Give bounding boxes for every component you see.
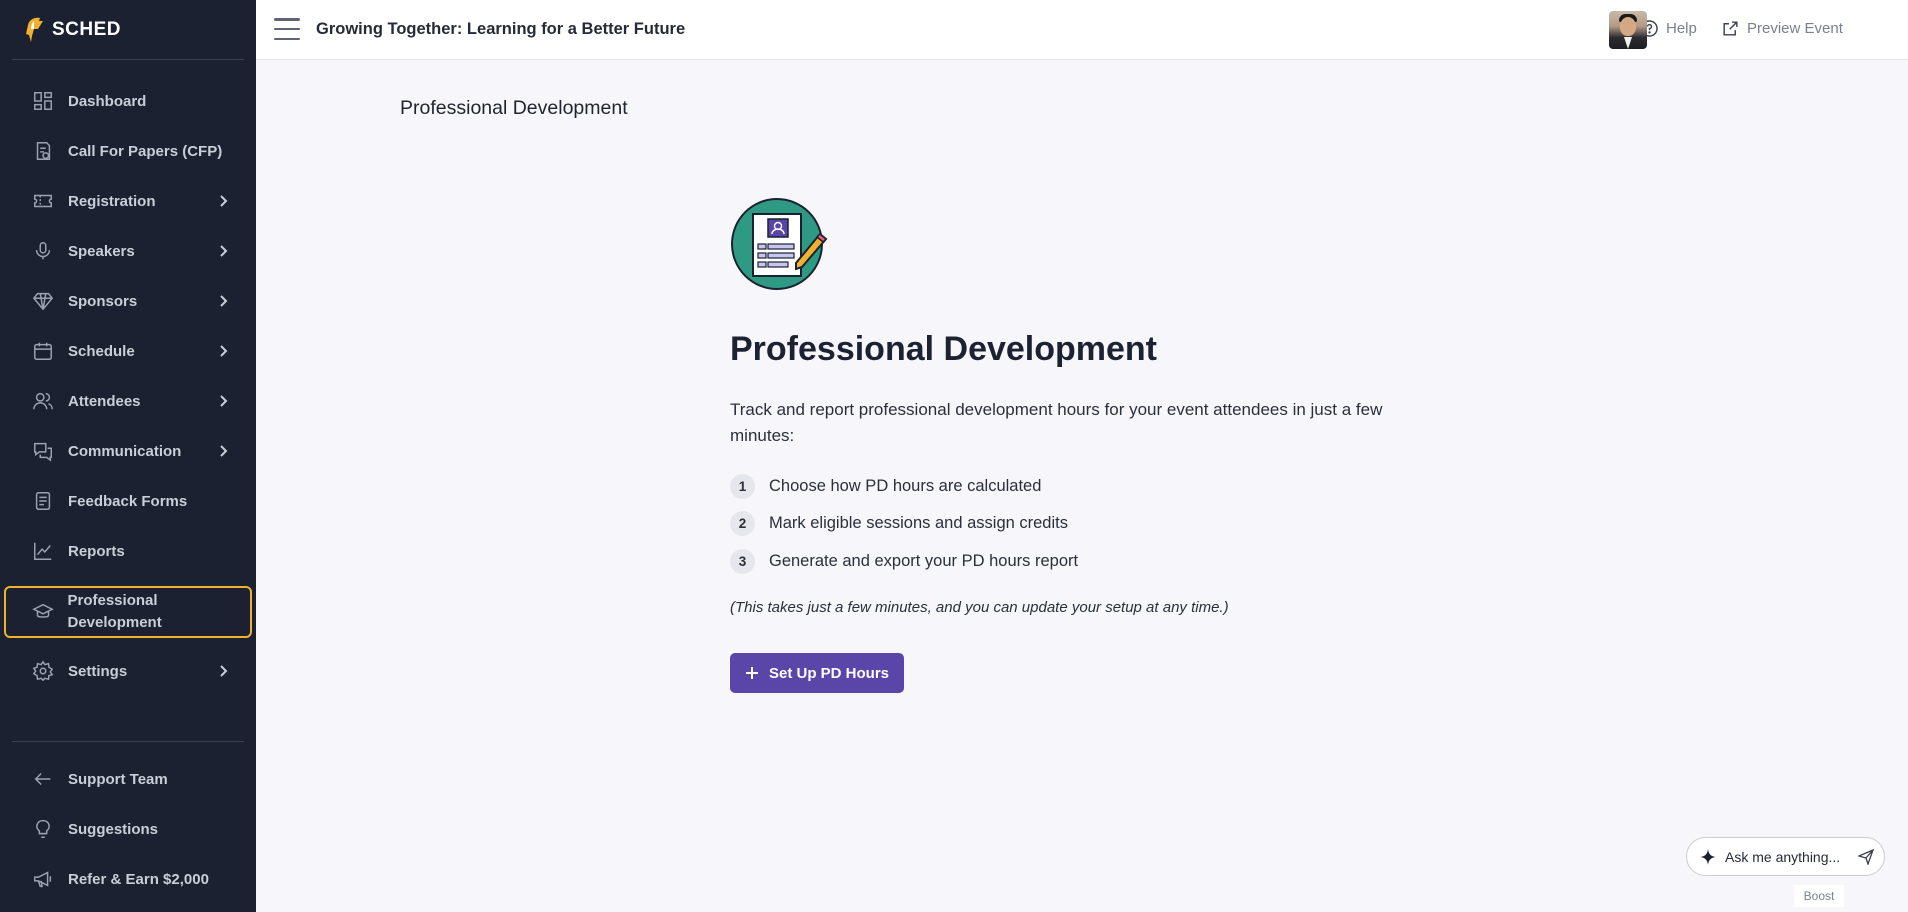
setup-note: (This takes just a few minutes, and you … bbox=[730, 599, 1229, 616]
sidebar-item-label: Communication bbox=[68, 442, 182, 460]
help-label: Help bbox=[1666, 20, 1697, 37]
sidebar-item-label: Speakers bbox=[68, 242, 135, 260]
sidebar-item-attendees[interactable]: Attendees bbox=[4, 376, 252, 426]
sparkle-icon bbox=[1700, 848, 1716, 865]
sidebar-item-label: Settings bbox=[68, 662, 128, 680]
diamond-icon bbox=[30, 288, 56, 314]
step-text: Mark eligible sessions and assign credit… bbox=[769, 514, 1068, 532]
sidebar-divider bbox=[12, 59, 244, 60]
help-link[interactable]: Help bbox=[1640, 19, 1697, 38]
sidebar-item-dashboard[interactable]: Dashboard bbox=[4, 76, 252, 126]
sched-logo[interactable]: SCHED bbox=[22, 14, 121, 46]
sidebar-item-refer-earn[interactable]: Refer & Earn $2,000 bbox=[4, 854, 252, 904]
logo-text: SCHED bbox=[52, 19, 122, 40]
sidebar-divider bbox=[12, 741, 244, 742]
sidebar-item-registration[interactable]: Registration bbox=[4, 176, 252, 226]
sidebar-item-professional-development[interactable]: Professional Development bbox=[4, 586, 252, 638]
external-link-icon bbox=[1723, 21, 1738, 36]
sidebar-item-label: Call For Papers (CFP) bbox=[68, 142, 223, 160]
chevron-right-icon bbox=[216, 194, 230, 208]
sidebar-item-label: Refer & Earn $2,000 bbox=[68, 870, 209, 888]
pd-description: Track and report professional developmen… bbox=[730, 400, 1383, 445]
sidebar-item-communication[interactable]: Communication bbox=[4, 426, 252, 476]
megaphone-icon bbox=[30, 866, 56, 892]
sidebar-item-support-team[interactable]: Support Team bbox=[4, 754, 252, 804]
chart-icon bbox=[30, 538, 56, 564]
sidebar: SCHED Dashboard Call For Papers (CFP) Re… bbox=[0, 0, 256, 912]
sidebar-item-label: Feedback Forms bbox=[68, 492, 188, 510]
step-item: 2 Mark eligible sessions and assign cred… bbox=[730, 511, 1068, 536]
step-text: Choose how PD hours are calculated bbox=[769, 477, 1042, 495]
step-item: 3 Generate and export your PD hours repo… bbox=[730, 549, 1078, 574]
sidebar-item-label: Support Team bbox=[68, 770, 168, 788]
sidebar-item-label: Suggestions bbox=[68, 820, 159, 838]
sidebar-item-sponsors[interactable]: Sponsors bbox=[4, 276, 252, 326]
sidebar-item-feedback-forms[interactable]: Feedback Forms bbox=[4, 476, 252, 526]
sidebar-item-suggestions[interactable]: Suggestions bbox=[4, 804, 252, 854]
sidebar-item-schedule[interactable]: Schedule bbox=[4, 326, 252, 376]
step-number: 3 bbox=[730, 549, 755, 574]
arrow-left-icon bbox=[30, 766, 56, 792]
chevron-right-icon bbox=[216, 444, 230, 458]
form-icon bbox=[30, 488, 56, 514]
microphone-icon bbox=[30, 238, 56, 264]
send-icon[interactable] bbox=[1858, 849, 1874, 865]
lightbulb-icon bbox=[30, 816, 56, 842]
cfp-icon bbox=[30, 138, 56, 164]
user-avatar[interactable] bbox=[1609, 11, 1647, 49]
sidebar-item-label: Sponsors bbox=[68, 292, 138, 310]
step-number: 1 bbox=[730, 474, 755, 499]
preview-event-link[interactable]: Preview Event bbox=[1721, 19, 1843, 38]
event-title[interactable]: Growing Together: Learning for a Better … bbox=[316, 20, 685, 39]
top-bar: Growing Together: Learning for a Better … bbox=[256, 0, 1908, 60]
chat-icon bbox=[30, 438, 56, 464]
graduation-cap-icon bbox=[30, 599, 56, 625]
pd-title: Professional Development bbox=[730, 330, 1158, 368]
assistant-ask-box[interactable] bbox=[1686, 837, 1885, 876]
chevron-right-icon bbox=[216, 394, 230, 408]
step-text: Generate and export your PD hours report bbox=[769, 552, 1079, 570]
page-heading: Professional Development bbox=[400, 97, 628, 119]
sidebar-item-label: Professional Development bbox=[67, 592, 162, 631]
boost-label: Boost bbox=[1794, 885, 1844, 907]
sched-logo-icon bbox=[26, 17, 43, 42]
plus-icon bbox=[745, 667, 758, 679]
assistant-input[interactable] bbox=[1725, 848, 1855, 865]
dashboard-icon bbox=[30, 88, 56, 114]
chevron-right-icon bbox=[216, 344, 230, 358]
sidebar-item-label: Attendees bbox=[68, 392, 141, 410]
sidebar-item-speakers[interactable]: Speakers bbox=[4, 226, 252, 276]
document-edit-illustration bbox=[731, 198, 828, 290]
chevron-right-icon bbox=[216, 244, 230, 258]
gear-icon bbox=[30, 658, 56, 684]
sidebar-item-settings[interactable]: Settings bbox=[4, 646, 252, 696]
sidebar-item-label: Registration bbox=[68, 192, 156, 210]
preview-event-label: Preview Event bbox=[1747, 20, 1843, 37]
menu-toggle-icon[interactable] bbox=[274, 18, 300, 40]
calendar-icon bbox=[30, 338, 56, 364]
ticket-icon bbox=[30, 188, 56, 214]
step-number: 2 bbox=[730, 511, 755, 536]
sidebar-item-cfp[interactable]: Call For Papers (CFP) bbox=[4, 126, 252, 176]
sidebar-item-label: Schedule bbox=[68, 342, 135, 360]
cta-label: Set Up PD Hours bbox=[768, 664, 889, 682]
chevron-right-icon bbox=[216, 294, 230, 308]
sidebar-item-label: Reports bbox=[68, 542, 125, 560]
set-up-pd-hours-button[interactable]: Set Up PD Hours bbox=[730, 653, 904, 693]
sidebar-item-reports[interactable]: Reports bbox=[4, 526, 252, 576]
chevron-right-icon bbox=[216, 664, 230, 678]
sidebar-item-label: Dashboard bbox=[68, 92, 147, 110]
users-icon bbox=[30, 388, 56, 414]
step-item: 1 Choose how PD hours are calculated bbox=[730, 474, 1041, 499]
